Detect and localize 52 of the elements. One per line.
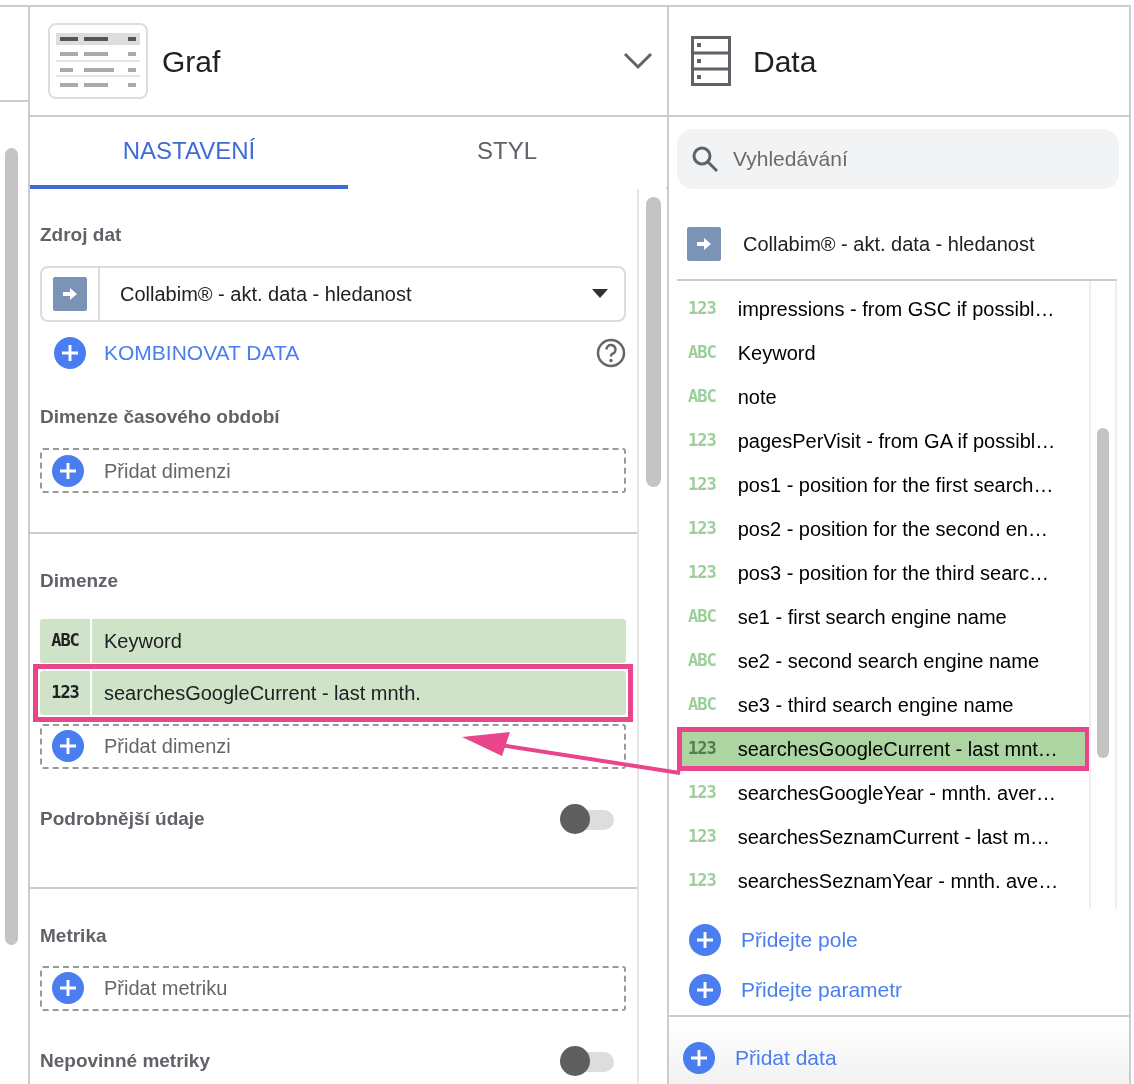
field-item[interactable]: 123 pos2 - position for the second en… bbox=[682, 512, 1085, 546]
add-field-box[interactable]: Přidat metriku bbox=[40, 965, 626, 1011]
add-data-link[interactable]: Přidat data bbox=[735, 1041, 837, 1074]
dimension-chip[interactable]: 123 searchesGoogleCurrent - last mnth. bbox=[40, 670, 626, 715]
database-icon bbox=[691, 36, 731, 86]
add-icon bbox=[689, 974, 721, 1006]
chevron-down-icon[interactable] bbox=[623, 52, 653, 70]
toggle-label: Podrobnější údaje bbox=[40, 806, 205, 831]
field-item[interactable]: 123 searchesSeznamYear - mnth. ave… bbox=[682, 864, 1085, 898]
toggle-switch[interactable] bbox=[560, 806, 614, 831]
field-item[interactable]: ABC se2 - second search engine name bbox=[682, 644, 1085, 678]
field-item[interactable]: 123 pos3 - position for the third searc… bbox=[682, 556, 1085, 590]
scrollbar[interactable] bbox=[646, 197, 661, 487]
caret-down-icon bbox=[592, 289, 608, 298]
help-icon[interactable] bbox=[596, 337, 626, 368]
add-icon bbox=[54, 336, 86, 369]
field-item[interactable]: ABC Keyword bbox=[682, 336, 1085, 370]
data-source-name: Collabim® - akt. data - hledanost bbox=[743, 232, 1035, 257]
field-item[interactable]: 123 searchesGoogleYear - mnth. aver… bbox=[682, 776, 1085, 810]
field-item[interactable]: ABC note bbox=[682, 380, 1085, 414]
data-source-dropdown[interactable]: Collabim® - akt. data - hledanost bbox=[40, 265, 626, 322]
scrollbar[interactable] bbox=[1097, 428, 1109, 758]
section-label: Dimenze časového období bbox=[40, 404, 281, 429]
panel-title: Graf bbox=[162, 43, 222, 80]
search-icon bbox=[691, 145, 719, 173]
panel-title: Data bbox=[753, 43, 817, 80]
toggle-switch[interactable] bbox=[560, 1048, 614, 1073]
arrow-right-icon bbox=[53, 276, 87, 311]
scrollbar[interactable] bbox=[5, 148, 18, 945]
add-icon bbox=[683, 1041, 715, 1074]
field-item[interactable]: 123 impressions - from GSC if possibl… bbox=[682, 292, 1085, 326]
section-label: Dimenze bbox=[40, 569, 120, 593]
add-link[interactable]: Přidejte parametr bbox=[741, 974, 903, 1006]
arrow-right-icon bbox=[687, 227, 721, 261]
add-icon bbox=[52, 730, 84, 762]
section-label: Zdroj dat bbox=[40, 223, 123, 247]
add-icon bbox=[52, 454, 84, 487]
section-label: Metrika bbox=[40, 924, 108, 948]
field-item[interactable]: 123 pagesPerVisit - from GA if possibl… bbox=[682, 424, 1085, 458]
add-field-box[interactable]: Přidat dimenzi bbox=[40, 448, 626, 493]
field-item[interactable]: ABC se3 - third search engine name bbox=[682, 688, 1085, 722]
dimension-chip[interactable]: ABC Keyword bbox=[40, 618, 626, 663]
blend-data-link[interactable]: KOMBINOVAT DATA bbox=[104, 336, 578, 369]
field-item[interactable]: ABC se1 - first search engine name bbox=[682, 600, 1085, 634]
add-icon bbox=[689, 924, 721, 956]
add-icon bbox=[52, 972, 84, 1004]
field-item[interactable]: 123 pos1 - position for the first search… bbox=[682, 468, 1085, 502]
table-chart-icon bbox=[48, 23, 148, 99]
field-item[interactable]: 123 searchesGoogleCurrent - last mnt… bbox=[682, 732, 1085, 766]
field-item[interactable]: 123 searchesSeznamCurrent - last m… bbox=[682, 820, 1085, 854]
add-link[interactable]: Přidejte pole bbox=[741, 924, 858, 956]
toggle-label: Nepovinné metriky bbox=[40, 1048, 210, 1073]
